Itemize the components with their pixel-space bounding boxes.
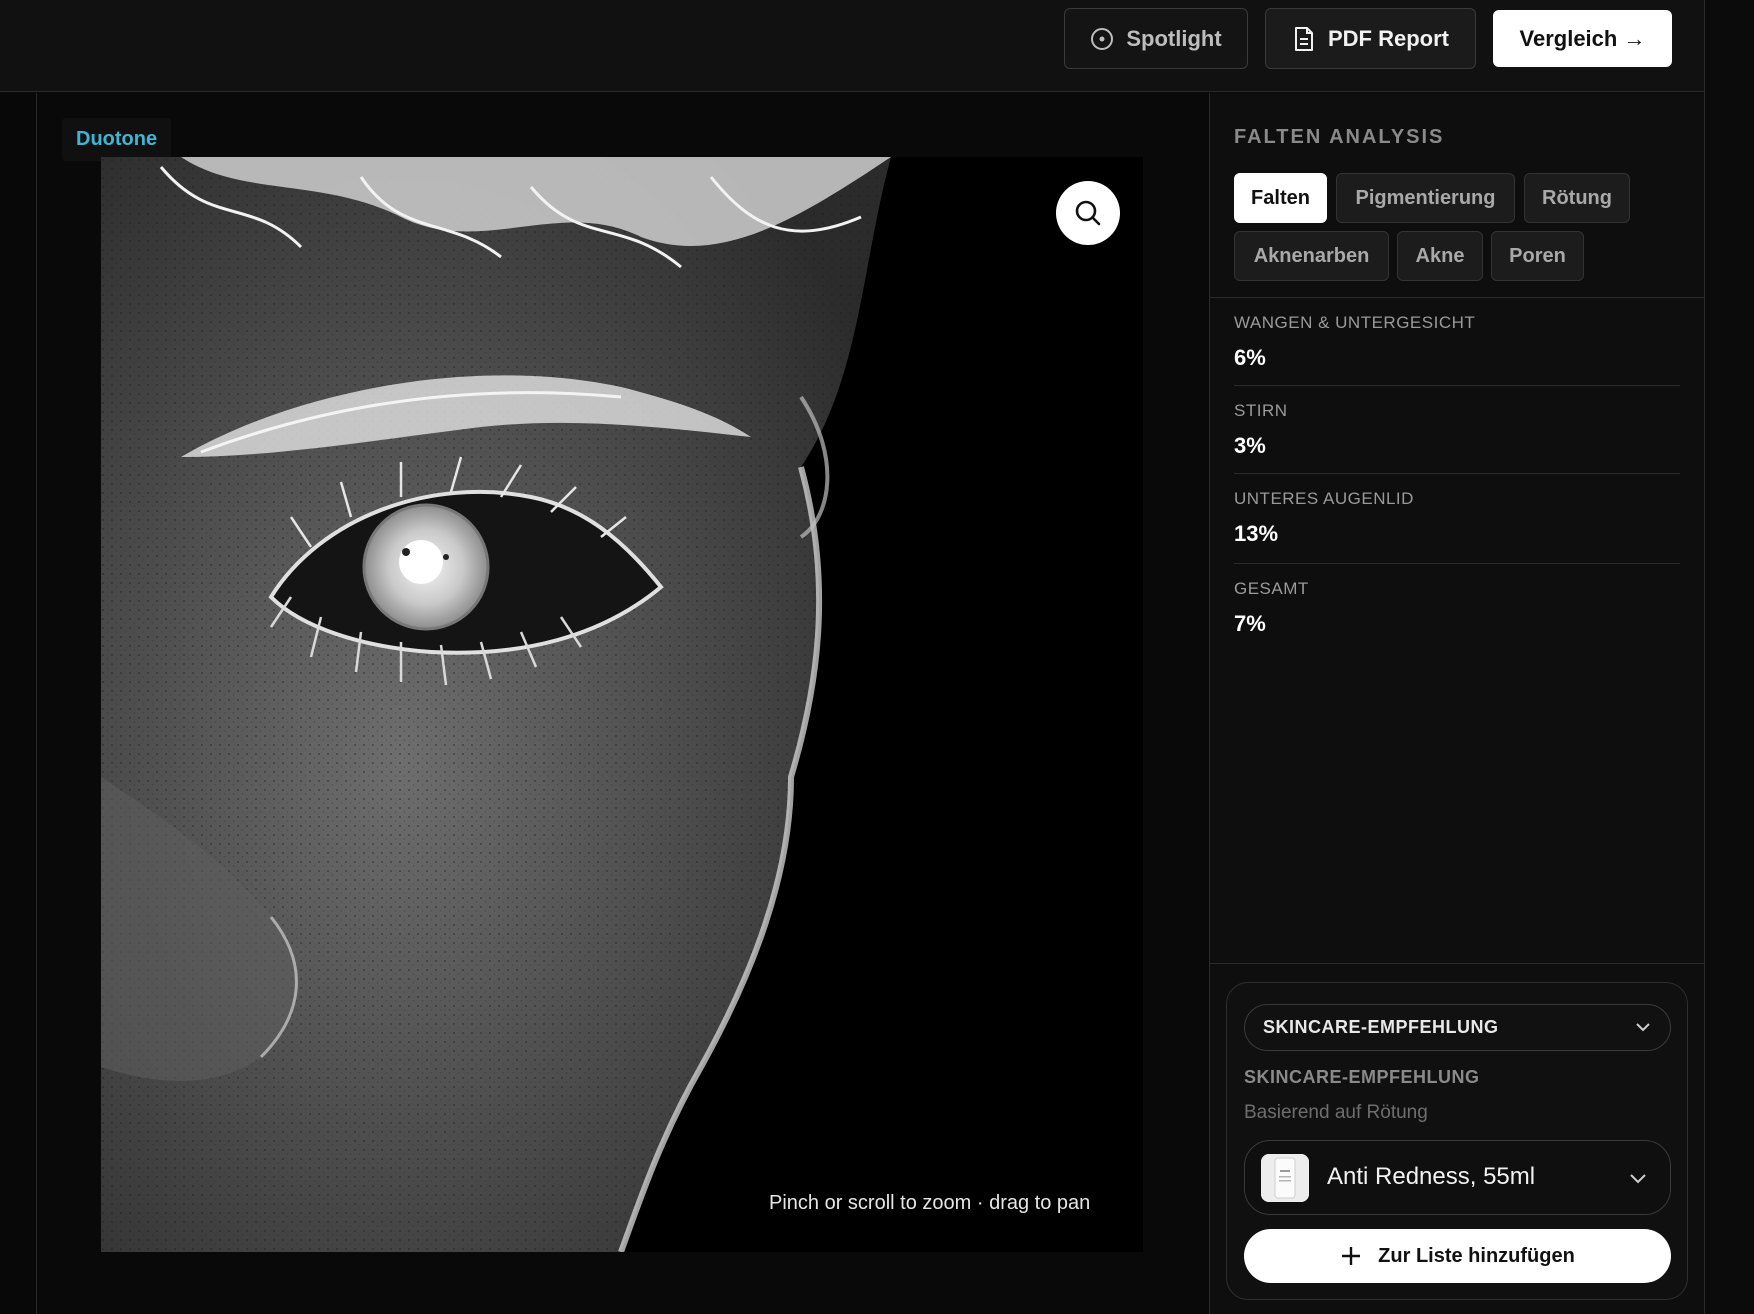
panel-title: FALTEN ANALYSIS	[1234, 126, 1445, 148]
chevron-down-icon	[1636, 1023, 1650, 1032]
recommendation-select-label: SKINCARE-EMPFEHLUNG	[1263, 1017, 1499, 1037]
metric-label-forehead: STIRN	[1234, 401, 1288, 420]
zoom-button[interactable]	[1056, 181, 1120, 245]
metric-divider	[1234, 385, 1680, 386]
tab-pigmentierung[interactable]: Pigmentierung	[1336, 173, 1515, 223]
search-icon	[1075, 200, 1101, 226]
compare-button[interactable]: Vergleich →	[1493, 10, 1672, 67]
pdf-report-label: PDF Report	[1328, 25, 1449, 51]
product-thumbnail	[1261, 1154, 1309, 1202]
recommendation-subtitle: Basierend auf Rötung	[1244, 1102, 1428, 1123]
face-image[interactable]	[101, 157, 1143, 1252]
pdf-report-button[interactable]: PDF Report	[1265, 8, 1476, 69]
metric-value-cheeks: 6%	[1234, 345, 1266, 370]
spotlight-icon	[1091, 27, 1114, 50]
recommendation-select[interactable]: SKINCARE-EMPFEHLUNG	[1244, 1004, 1671, 1051]
recommendation-title: SKINCARE-EMPFEHLUNG	[1244, 1067, 1480, 1087]
metric-label-cheeks: WANGEN & UNTERGESICHT	[1234, 313, 1476, 332]
plus-icon	[1342, 1247, 1361, 1265]
product-name: Anti Redness, 55ml	[1327, 1163, 1536, 1190]
metric-value-forehead: 3%	[1234, 433, 1266, 458]
metric-label-lower-eyelid: UNTERES AUGENLID	[1234, 489, 1414, 508]
right-edge-strip	[1704, 0, 1754, 1314]
document-icon	[1295, 26, 1313, 51]
add-to-list-button[interactable]: Zur Liste hinzufügen	[1244, 1229, 1671, 1283]
metric-label-total: GESAMT	[1234, 579, 1309, 598]
tab-akne[interactable]: Akne	[1397, 231, 1483, 281]
zoom-hint: Pinch or scroll to zoom · drag to pan	[769, 1192, 1091, 1214]
face-duotone-illustration	[101, 157, 1143, 1252]
chevron-down-icon	[1630, 1174, 1646, 1184]
panel-divider	[1210, 297, 1704, 298]
spotlight-label: Spotlight	[1126, 25, 1222, 51]
panel-divider	[1210, 963, 1704, 964]
view-mode-label: Duotone	[62, 118, 172, 161]
top-bar: Spotlight PDF Report Vergleich →	[0, 0, 1704, 92]
product-bottle-icon	[1261, 1154, 1309, 1202]
tab-poren[interactable]: Poren	[1491, 231, 1584, 281]
compare-label: Vergleich →	[1519, 25, 1646, 51]
tab-roetung[interactable]: Rötung	[1524, 173, 1630, 223]
tab-aknenarben[interactable]: Aknenarben	[1234, 231, 1389, 281]
metric-divider	[1234, 473, 1680, 474]
metric-value-total: 7%	[1234, 611, 1266, 636]
add-to-list-label: Zur Liste hinzufügen	[1378, 1244, 1575, 1267]
skin-analysis-app: Spotlight PDF Report Vergleich → Duotone	[0, 0, 1754, 1314]
left-gutter	[0, 93, 36, 1314]
tab-falten[interactable]: Falten	[1234, 173, 1327, 223]
metric-divider	[1234, 563, 1680, 564]
product-select[interactable]: Anti Redness, 55ml	[1244, 1140, 1671, 1215]
metric-value-lower-eyelid: 13%	[1234, 521, 1279, 546]
spotlight-button[interactable]: Spotlight	[1064, 8, 1248, 69]
